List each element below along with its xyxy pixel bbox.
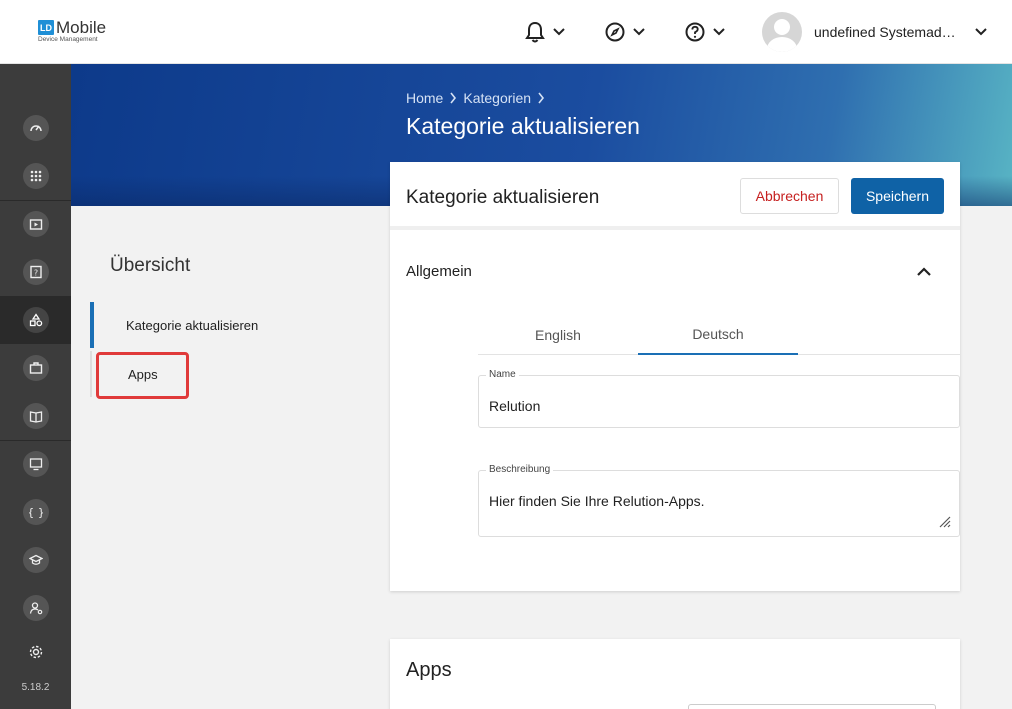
app-logo[interactable]: LD Mobile Device Management	[38, 18, 107, 44]
dashboard-icon	[29, 125, 42, 132]
highlight-annotation	[96, 352, 189, 399]
section-title-general: Allgemein	[406, 263, 472, 280]
card-header: Kategorie aktualisieren Abbrechen Speich…	[390, 162, 960, 230]
resize-handle-icon[interactable]	[939, 516, 951, 528]
name-field[interactable]: Name Relution	[478, 369, 960, 428]
rail-settings[interactable]	[0, 632, 71, 660]
rail-users[interactable]	[0, 584, 71, 632]
logo-mark: LD	[38, 20, 54, 35]
chevron-right-icon	[538, 92, 545, 104]
bell-icon	[525, 21, 545, 43]
rail-briefcase[interactable]	[0, 344, 71, 392]
logo-subtitle: Device Management	[38, 36, 98, 43]
description-field-value: Hier finden Sie Ihre Relution-Apps.	[489, 493, 705, 509]
app-version: 5.18.2	[21, 682, 50, 693]
braces-icon: { }	[29, 506, 43, 519]
page-title: Kategorie aktualisieren	[406, 113, 640, 139]
rail-help-docs[interactable]: ?	[0, 248, 71, 296]
chevron-down-icon	[713, 28, 725, 36]
user-settings-icon	[29, 602, 42, 615]
breadcrumb: Home Kategorien	[406, 90, 545, 106]
cancel-button[interactable]: Abbrechen	[740, 178, 839, 214]
tab-deutsch[interactable]: Deutsch	[638, 314, 798, 355]
chevron-down-icon	[633, 28, 645, 36]
apps-search-input[interactable]	[688, 704, 936, 709]
rail-book[interactable]	[0, 392, 71, 440]
education-icon	[28, 554, 43, 565]
help-icon	[685, 22, 705, 42]
briefcase-icon	[29, 362, 42, 374]
apps-card: Apps	[390, 639, 960, 709]
apps-grid-icon	[30, 170, 41, 182]
chevron-down-icon	[553, 28, 565, 36]
media-icon	[29, 219, 42, 230]
description-field[interactable]: Beschreibung Hier finden Sie Ihre Reluti…	[478, 464, 960, 537]
gear-icon	[29, 645, 42, 659]
notifications-menu[interactable]	[525, 20, 565, 44]
chevron-right-icon	[450, 92, 457, 104]
book-icon	[29, 411, 42, 423]
chevron-up-icon[interactable]	[914, 262, 934, 282]
category-edit-card: Kategorie aktualisieren Abbrechen Speich…	[390, 162, 960, 591]
rail-apps[interactable]	[0, 152, 71, 200]
rail-education[interactable]	[0, 536, 71, 584]
save-button[interactable]: Speichern	[851, 178, 944, 214]
name-field-value: Relution	[489, 398, 541, 414]
breadcrumb-home[interactable]: Home	[406, 90, 443, 106]
compass-menu[interactable]	[605, 20, 645, 44]
device-settings-icon	[29, 458, 42, 471]
overview-title: Übersicht	[110, 255, 191, 276]
compass-icon	[605, 22, 625, 42]
left-nav-rail: ? { } 5.18.2	[0, 64, 71, 709]
svg-text:?: ?	[33, 269, 37, 278]
rail-code[interactable]: { }	[0, 488, 71, 536]
rail-devices[interactable]	[0, 440, 71, 488]
chevron-down-icon	[975, 28, 987, 36]
avatar	[762, 12, 802, 52]
name-field-label: Name	[486, 369, 519, 380]
overview-item-update-category[interactable]: Kategorie aktualisieren	[90, 302, 290, 348]
rail-media[interactable]	[0, 200, 71, 248]
tab-english[interactable]: English	[478, 314, 638, 355]
user-menu[interactable]: undefined Systemadmi...	[762, 12, 987, 52]
shapes-icon	[29, 313, 42, 327]
user-name: undefined Systemadmi...	[814, 24, 967, 40]
card-title: Kategorie aktualisieren	[406, 187, 600, 208]
apps-card-title: Apps	[406, 659, 452, 681]
rail-dashboard[interactable]	[0, 104, 71, 152]
breadcrumb-categories[interactable]: Kategorien	[463, 90, 531, 106]
language-tabs: English Deutsch	[478, 314, 960, 355]
rail-categories[interactable]	[0, 296, 71, 344]
svg-text:{ }: { }	[29, 506, 43, 519]
logo-title: Mobile	[56, 18, 107, 37]
top-header: LD Mobile Device Management undefined Sy…	[0, 0, 1012, 64]
description-field-label: Beschreibung	[486, 464, 554, 475]
help-doc-icon: ?	[29, 265, 42, 279]
help-menu[interactable]	[685, 20, 725, 44]
